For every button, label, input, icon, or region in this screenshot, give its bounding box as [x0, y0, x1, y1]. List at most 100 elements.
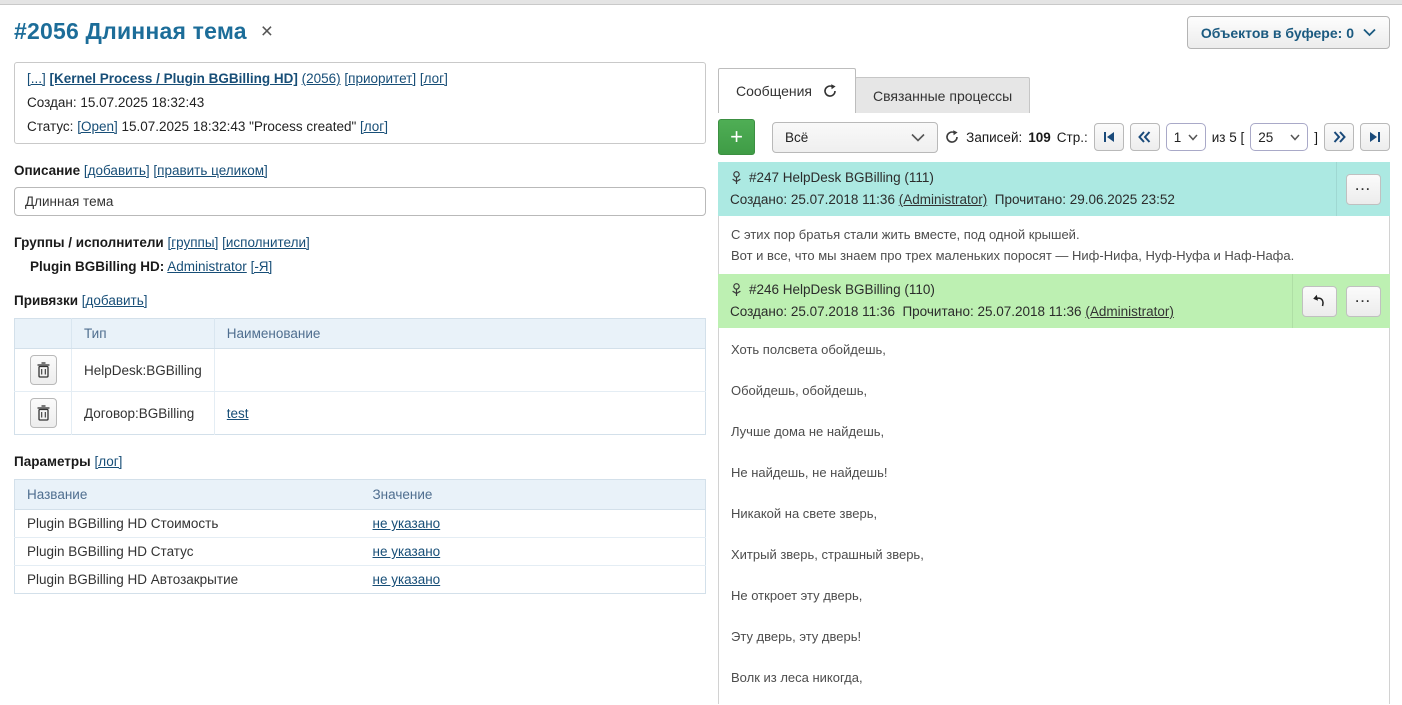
trash-icon	[37, 405, 50, 421]
trash-icon	[37, 362, 50, 378]
binding-type: Договор:BGBilling	[72, 392, 215, 435]
message-list: #247 HelpDesk BGBilling (111)Создано: 25…	[718, 162, 1390, 704]
executors-link[interactable]: [исполнители]	[222, 235, 310, 250]
message-line: Никакой на свете зверь,	[731, 505, 1377, 522]
binding-row: Договор:BGBilling test	[15, 392, 706, 435]
author-link[interactable]: (Administrator)	[899, 192, 988, 207]
next-page-icon	[1333, 131, 1346, 143]
tab-messages[interactable]: Сообщения	[718, 68, 856, 113]
group-name: Plugin BGBilling HD:	[30, 259, 164, 274]
binding-name-link[interactable]: test	[227, 406, 249, 421]
messages-panel: Объектов в буфере: 0 Сообщения Связанные …	[718, 5, 1390, 704]
group-assignment-row: Plugin BGBilling HD: Administrator [-Я]	[30, 259, 706, 274]
groups-heading: Группы / исполнители [группы] [исполните…	[14, 235, 706, 250]
message-body: Хоть полсвета обойдешь,Обойдешь, обойдеш…	[718, 328, 1390, 704]
chevron-down-icon	[1188, 134, 1198, 141]
bindings-col-name: Наименование	[214, 319, 705, 349]
parameters-table: Название Значение Plugin BGBilling HD Ст…	[14, 479, 706, 594]
message-filter-value: Всё	[785, 130, 808, 145]
message-header: #246 HelpDesk BGBilling (110)Создано: 25…	[718, 274, 1390, 328]
message-line: Не найдешь, не найдешь!	[731, 464, 1377, 481]
status-open-link[interactable]: [Open]	[77, 119, 118, 134]
message-line: Хитрый зверь, страшный зверь,	[731, 546, 1377, 563]
more-actions-button[interactable]: ...	[1346, 286, 1381, 317]
process-type-link[interactable]: [Kernel Process / Plugin BGBilling HD]	[50, 71, 298, 86]
refresh-icon[interactable]	[822, 83, 838, 99]
description-add-link[interactable]: [добавить]	[84, 163, 150, 178]
delete-binding-button[interactable]	[30, 355, 57, 385]
flower-icon	[730, 283, 743, 297]
message-line: Эту дверь, эту дверь!	[731, 628, 1377, 645]
status-line: Статус: [Open] 15.07.2025 18:32:43 "Proc…	[27, 115, 693, 139]
bindings-heading: Привязки [добавить]	[14, 293, 706, 308]
prev-page-button[interactable]	[1130, 123, 1160, 151]
binding-name	[214, 349, 705, 392]
parameter-value-link[interactable]: не указано	[373, 544, 441, 559]
message-line: Лучше дома не найдешь,	[731, 423, 1377, 440]
description-edit-link[interactable]: [править целиком]	[153, 163, 267, 178]
process-info-box: [...] [Kernel Process / Plugin BGBilling…	[14, 62, 706, 144]
message-body: С этих пор братья стали жить вместе, под…	[718, 216, 1390, 274]
pages-total-label: из 5 [	[1212, 130, 1245, 145]
message-line: Обойдешь, обойдешь,	[731, 382, 1377, 399]
bindings-add-link[interactable]: [добавить]	[82, 293, 148, 308]
flower-icon	[730, 171, 743, 185]
ellipsis-link[interactable]: [...]	[27, 71, 46, 86]
parameter-row: Plugin BGBilling HD Стоимостьне указано	[15, 510, 706, 538]
reply-icon	[1312, 294, 1327, 308]
add-message-button[interactable]: +	[718, 119, 755, 155]
priority-link[interactable]: [приоритет]	[344, 71, 416, 86]
status-text: 15.07.2025 18:32:43 "Process created"	[122, 119, 357, 134]
tab-label: Сообщения	[736, 83, 812, 99]
groups-link[interactable]: [группы]	[167, 235, 218, 250]
process-panel: #2056 Длинная тема × [...] [Kernel Proce…	[14, 5, 706, 704]
message-line: С этих пор братья стали жить вместе, под…	[731, 224, 1377, 245]
message-title: #247 HelpDesk BGBilling (111)	[730, 167, 1324, 189]
more-actions-button[interactable]: ...	[1346, 174, 1381, 205]
parameter-name: Plugin BGBilling HD Автозакрытие	[15, 566, 361, 594]
prev-page-icon	[1138, 131, 1151, 143]
message-filter-select[interactable]: Всё	[772, 122, 938, 153]
parameters-col-value: Значение	[361, 480, 706, 510]
reader-link[interactable]: (Administrator)	[1085, 304, 1174, 319]
status-log-link[interactable]: [лог]	[360, 119, 388, 134]
first-page-icon	[1103, 131, 1115, 143]
binding-name: test	[214, 392, 705, 435]
tab-linked-processes[interactable]: Связанные процессы	[855, 77, 1030, 113]
next-page-button[interactable]	[1324, 123, 1354, 151]
log-link[interactable]: [лог]	[420, 71, 448, 86]
executor-link[interactable]: Administrator	[167, 259, 247, 274]
parameter-row: Plugin BGBilling HD Автозакрытие не указа…	[15, 566, 706, 594]
remove-me-link[interactable]: [-Я]	[251, 259, 273, 274]
bindings-table: Тип Наименование HelpDesk:BGBillingДогов…	[14, 318, 706, 435]
buffer-objects-label: Объектов в буфере: 0	[1201, 25, 1354, 41]
close-icon[interactable]: ×	[261, 21, 273, 42]
page-size-value: 25	[1258, 130, 1273, 145]
records-count: 109	[1028, 130, 1051, 145]
process-number-link[interactable]: (2056)	[302, 71, 341, 86]
message-meta: Создано: 25.07.2018 11:36 (Administrator…	[730, 189, 1324, 211]
parameters-log-link[interactable]: [лог]	[94, 454, 122, 469]
page-number-value: 1	[1174, 130, 1182, 145]
page-number-select[interactable]: 1	[1166, 123, 1206, 151]
parameter-value-link[interactable]: не указано	[373, 516, 441, 531]
description-input[interactable]	[14, 187, 706, 216]
messages-toolbar: + Всё Записей: 109 Стр.:	[718, 117, 1390, 157]
last-page-button[interactable]	[1360, 123, 1390, 151]
message-tabs: Сообщения Связанные процессы	[718, 68, 1030, 113]
refresh-icon[interactable]	[944, 129, 960, 145]
reply-button[interactable]	[1302, 286, 1337, 317]
message-actions: ...	[1292, 274, 1390, 328]
message-meta: Создано: 25.07.2018 11:36 Прочитано: 25.…	[730, 301, 1280, 323]
page-size-select[interactable]: 25	[1250, 123, 1308, 151]
buffer-objects-button[interactable]: Объектов в буфере: 0	[1187, 16, 1390, 49]
first-page-button[interactable]	[1094, 123, 1124, 151]
pagination: Записей: 109 Стр.: 1	[944, 123, 1390, 151]
delete-binding-button[interactable]	[30, 398, 57, 428]
status-label: Статус:	[27, 119, 73, 134]
message-actions: ...	[1336, 162, 1390, 216]
parameter-name: Plugin BGBilling HD Статус	[15, 538, 361, 566]
message-line: Волк из леса никогда,	[731, 669, 1377, 686]
message-line: Не откроет эту дверь,	[731, 587, 1377, 604]
parameter-value-link[interactable]: не указано	[373, 572, 441, 587]
